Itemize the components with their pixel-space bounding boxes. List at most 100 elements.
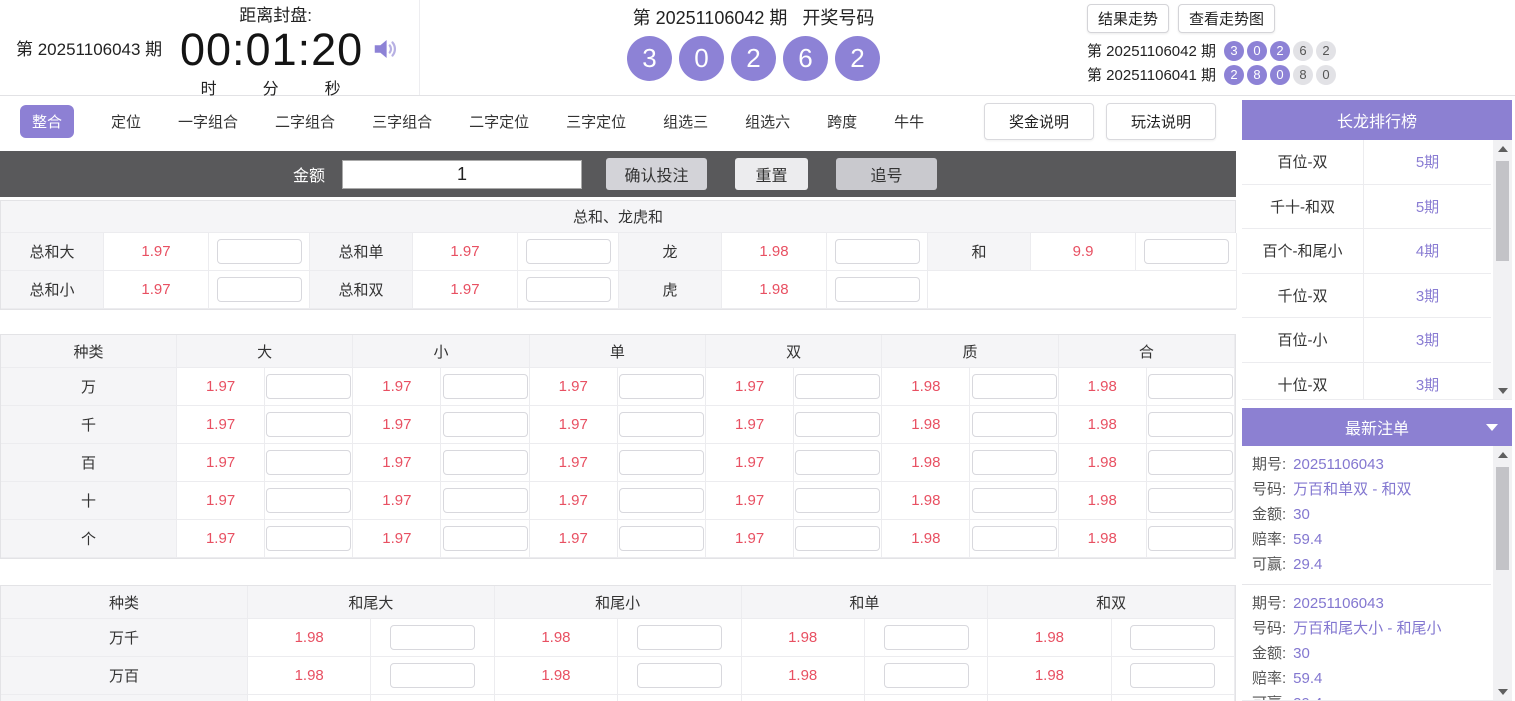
rules-info-button[interactable]: 玩法说明 [1106,103,1216,140]
bet-input[interactable] [972,412,1057,437]
bet-input[interactable] [266,488,351,513]
dragon-rank-row[interactable]: 百位-双5期 [1242,140,1491,185]
dragon-rank-body: 百位-双5期千十-和双5期百个-和尾小4期千位-双3期百位-小3期十位-双3期 [1242,140,1512,400]
bet-input[interactable] [637,625,722,650]
collapse-caret-icon[interactable] [1486,424,1498,431]
nav-tab-10[interactable]: 牛牛 [894,105,924,138]
dragon-rank-row[interactable]: 千十-和双5期 [1242,185,1491,230]
nav-tab-8[interactable]: 组选六 [745,105,790,138]
scroll-thumb[interactable] [1496,467,1509,570]
unit-second: 秒 [325,75,341,99]
bet-input[interactable] [1148,488,1233,513]
bet-input[interactable] [526,277,611,302]
history-ball: 6 [1293,41,1313,61]
bet-input[interactable] [526,239,611,264]
bet-input[interactable] [1130,663,1215,688]
scroll-thumb[interactable] [1496,161,1509,261]
bet-input-cell [1112,657,1235,695]
bet-input[interactable] [443,374,528,399]
column-header: 和单 [742,586,989,619]
bet-input[interactable] [795,526,880,551]
bet-input[interactable] [266,412,351,437]
bet-input[interactable] [619,488,704,513]
nav-tab-3[interactable]: 二字组合 [275,105,335,138]
bet-input[interactable] [443,488,528,513]
bet-input[interactable] [266,526,351,551]
bet-input[interactable] [619,450,704,475]
bet-input[interactable] [972,526,1057,551]
odds-value [248,695,371,701]
bet-input[interactable] [795,374,880,399]
nav-tab-5[interactable]: 二字定位 [469,105,529,138]
bet-input[interactable] [795,450,880,475]
bet-input[interactable] [637,663,722,688]
odds-value: 1.98 [882,444,970,482]
bet-input[interactable] [443,412,528,437]
bet-input[interactable] [619,526,704,551]
prize-info-button[interactable]: 奖金说明 [984,103,1094,140]
order-field-value: 万百和尾大小 - 和尾小 [1293,616,1441,641]
nav-tab-2[interactable]: 一字组合 [178,105,238,138]
bet-input[interactable] [1148,412,1233,437]
result-trend-button[interactable]: 结果走势 [1087,4,1169,33]
scroll-up-icon[interactable] [1493,446,1512,463]
bet-input[interactable] [266,450,351,475]
dragon-rank-row[interactable]: 千位-双3期 [1242,274,1491,319]
bet-input[interactable] [835,277,920,302]
latest-orders-title[interactable]: 最新注单 [1242,408,1512,446]
row-label: 万百 [1,657,248,695]
bet-input[interactable] [884,625,969,650]
bet-input[interactable] [884,663,969,688]
nav-tab-7[interactable]: 组选三 [663,105,708,138]
bet-input[interactable] [266,374,351,399]
bet-input[interactable] [217,277,302,302]
scroll-down-icon[interactable] [1493,382,1512,399]
bet-input[interactable] [619,412,704,437]
dragon-scrollbar[interactable] [1493,140,1512,399]
nav-tab-4[interactable]: 三字组合 [372,105,432,138]
bet-input[interactable] [795,488,880,513]
dragon-rank-row[interactable]: 百个-和尾小4期 [1242,229,1491,274]
draw-ball: 3 [627,36,672,81]
bet-input[interactable] [835,239,920,264]
bet-input-cell [794,482,882,520]
order-field: 号码:万百和单双 - 和双 [1252,477,1481,502]
history-period: 第 20251106042 期 [1087,40,1216,61]
bet-input[interactable] [390,625,475,650]
bet-input[interactable] [619,374,704,399]
nav-tab-1[interactable]: 定位 [111,105,141,138]
reset-button[interactable]: 重置 [735,158,808,190]
bet-input[interactable] [795,412,880,437]
amount-input[interactable] [342,160,582,189]
nav-tab-9[interactable]: 跨度 [827,105,857,138]
dragon-rank-label: 十位-双 [1242,363,1364,401]
bet-input[interactable] [1148,526,1233,551]
bet-input[interactable] [217,239,302,264]
bet-input[interactable] [443,526,528,551]
bet-input[interactable] [1148,374,1233,399]
bet-input[interactable] [972,374,1057,399]
speaker-icon[interactable] [371,34,401,64]
nav-tab-6[interactable]: 三字定位 [566,105,626,138]
bet-input[interactable] [1148,450,1233,475]
bet-input[interactable] [1130,625,1215,650]
bet-input[interactable] [972,450,1057,475]
scroll-up-icon[interactable] [1493,140,1512,157]
amount-label: 金额 [293,162,325,186]
dragon-rank-row[interactable]: 百位-小3期 [1242,318,1491,363]
confirm-bet-button[interactable]: 确认投注 [606,158,707,190]
dragon-rank-row[interactable]: 十位-双3期 [1242,363,1491,401]
sum-dragon-tiger-table: 总和、龙虎和 总和大1.97总和单1.97龙1.98和9.9总和小1.97总和双… [0,200,1236,310]
bet-input[interactable] [443,450,528,475]
chase-number-button[interactable]: 追号 [836,158,937,190]
odds-value: 1.98 [248,619,371,657]
bet-input[interactable] [1144,239,1229,264]
scroll-down-icon[interactable] [1493,683,1512,700]
view-trend-chart-button[interactable]: 查看走势图 [1178,4,1275,33]
bet-input[interactable] [972,488,1057,513]
orders-scrollbar[interactable] [1493,446,1512,700]
countdown-units: 时 分 秒 [162,75,379,99]
nav-tab-0[interactable]: 整合 [20,105,74,138]
bet-input[interactable] [390,663,475,688]
odds-value: 1.97 [353,482,441,520]
